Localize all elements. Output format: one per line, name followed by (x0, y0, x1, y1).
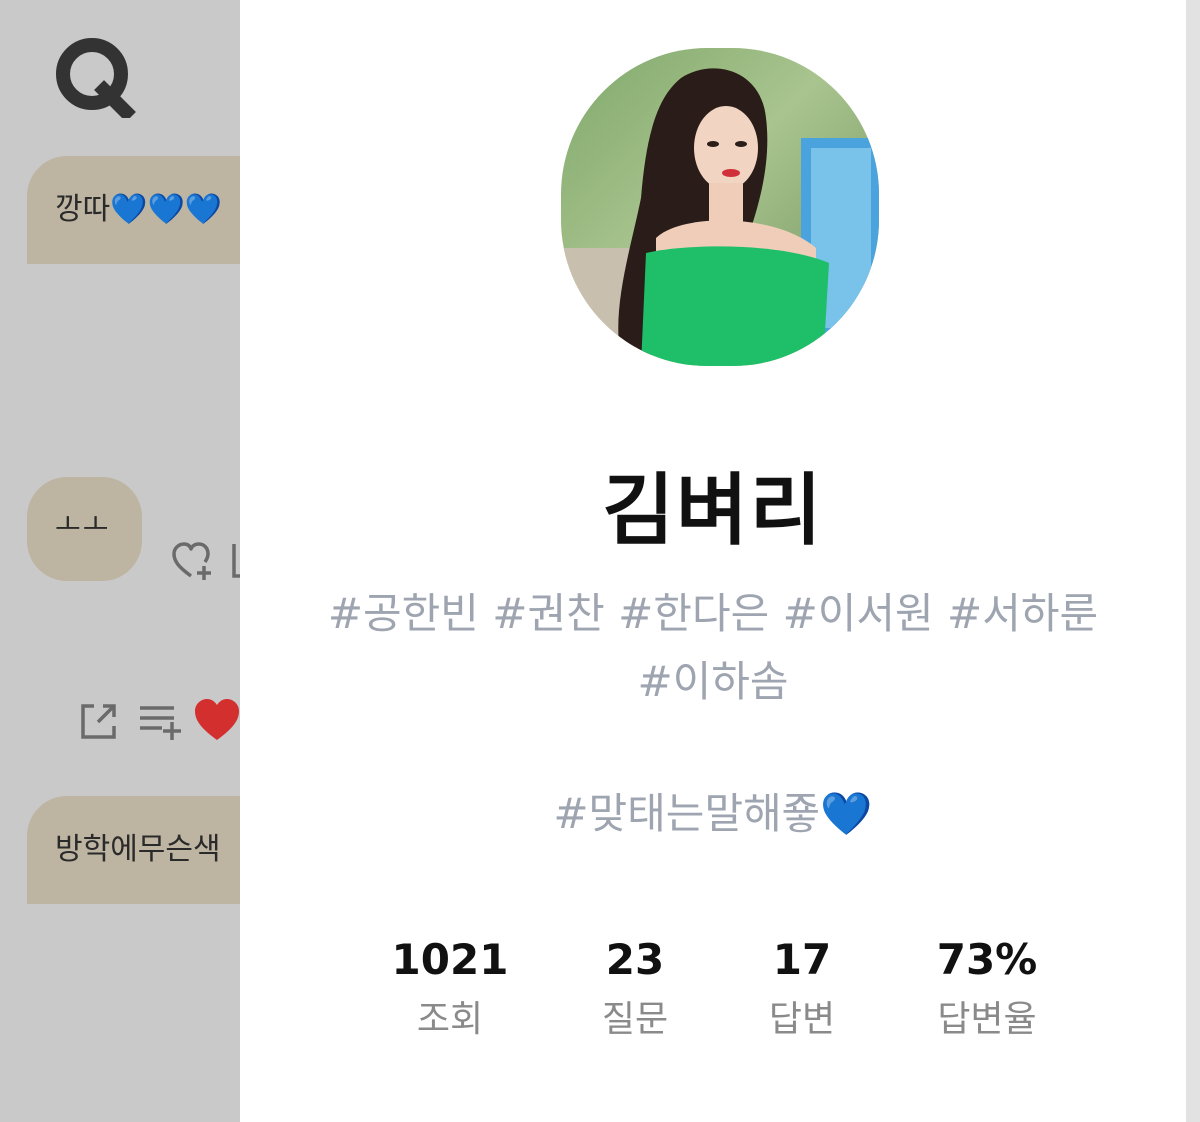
chat-bubble[interactable]: 깡따💙💙💙 (27, 156, 240, 264)
app-logo-icon[interactable] (52, 34, 136, 122)
chat-bubble-text: 방학에무슨색 (55, 832, 221, 867)
profile-motto: #맞태는말해죻💙 (553, 789, 873, 838)
comment-icon[interactable] (230, 540, 240, 580)
stat-value: 73% (936, 935, 1038, 984)
profile-avatar[interactable] (561, 48, 879, 366)
stat-value: 17 (772, 935, 832, 984)
stat-questions: 23 질문 (545, 930, 725, 1050)
heart-icon[interactable] (192, 696, 240, 744)
profile-stats: 1021 조회 23 질문 17 답변 73% 답변율 (240, 930, 1186, 1050)
stat-label: 답변율 (937, 999, 1037, 1040)
playlist-add-icon[interactable] (136, 700, 182, 742)
chat-bubble[interactable]: ㅗㅗ (27, 477, 142, 581)
stat-value: 1021 (391, 935, 509, 984)
stat-value: 23 (605, 935, 665, 984)
screen-edge (1186, 0, 1200, 1122)
chat-bubble-text: 깡따💙💙💙 (55, 192, 223, 227)
screen: 깡따💙💙💙 ㅗㅗ 방학에무슨색 김벼리 #공한빈 #권찬 #한다은 #이서원 #… (0, 0, 1200, 1122)
background-chat: 깡따💙💙💙 ㅗㅗ 방학에무슨색 (0, 0, 240, 1122)
stat-answer-rate: 73% 답변율 (897, 930, 1077, 1050)
profile-hashtags: #공한빈 #권찬 #한다은 #이서원 #서하룬 #이하솜 (313, 580, 1113, 716)
stat-label: 조회 (416, 999, 484, 1040)
chat-bubble[interactable]: 방학에무슨색 (27, 796, 240, 904)
share-icon[interactable] (78, 700, 120, 742)
stat-views: 1021 조회 (360, 930, 540, 1050)
profile-nickname: 김벼리 (602, 466, 824, 556)
profile-panel: 김벼리 #공한빈 #권찬 #한다은 #이서원 #서하룬 #이하솜 #맞태는말해죻… (240, 0, 1186, 1122)
stat-label: 질문 (601, 999, 669, 1040)
like-add-icon[interactable] (170, 538, 216, 584)
hashtags-line: #공한빈 #권찬 #한다은 #이서원 #서하룬 (327, 589, 1099, 638)
chat-bubble-text: ㅗㅗ (55, 508, 111, 542)
stat-answers: 17 답변 (712, 930, 892, 1050)
hashtags-line: #이하솜 (637, 657, 789, 706)
stat-label: 답변 (768, 999, 836, 1040)
